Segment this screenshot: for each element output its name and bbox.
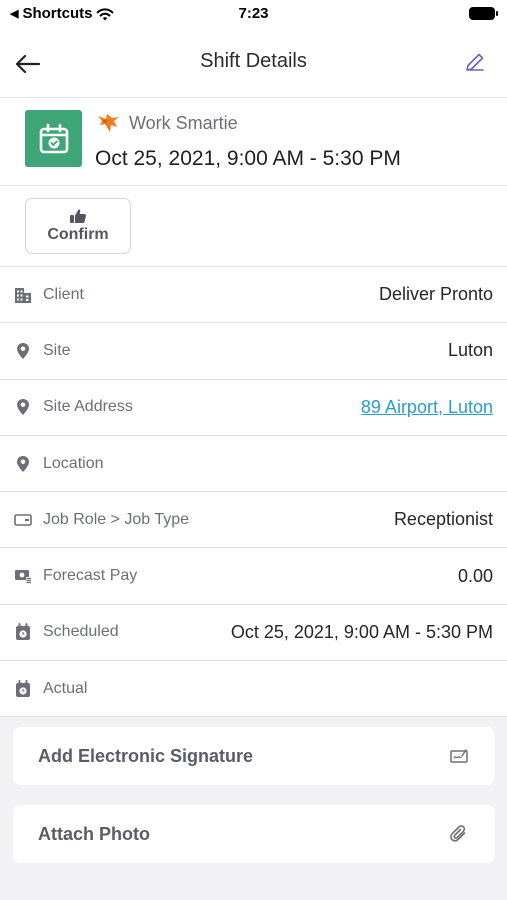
- thumbs-up-icon: [70, 209, 86, 223]
- add-signature-label: Add Electronic Signature: [38, 745, 254, 766]
- shift-details-list: Client Deliver Pronto Site Luton Site Ad…: [0, 267, 507, 718]
- shift-header: Work Smartie Oct 25, 2021, 9:00 AM - 5:3…: [0, 98, 507, 186]
- signature-icon: [448, 745, 470, 767]
- attach-photo-button[interactable]: Attach Photo: [13, 805, 495, 863]
- pencil-icon: [466, 53, 484, 71]
- map-pin-icon: [14, 342, 32, 360]
- detail-row-location: Location: [0, 436, 507, 493]
- detail-value: Oct 25, 2021, 9:00 AM - 5:30 PM: [230, 621, 493, 642]
- battery-icon: [469, 7, 498, 20]
- detail-row-site: Site Luton: [0, 323, 507, 380]
- detail-row-actual: Actual: [0, 661, 507, 718]
- detail-value: 0.00: [457, 565, 493, 586]
- nav-bar: Shift Details: [0, 28, 507, 98]
- shift-time-range: Oct 25, 2021, 9:00 AM - 5:30 PM: [95, 147, 401, 170]
- fox-logo-icon: [98, 114, 119, 132]
- edit-button[interactable]: [463, 50, 487, 74]
- detail-row-scheduled: Scheduled Oct 25, 2021, 9:00 AM - 5:30 P…: [0, 605, 507, 662]
- detail-value: Receptionist: [393, 509, 493, 530]
- status-bar: ◀ Shortcuts 7:23: [0, 0, 507, 28]
- confirm-label: Confirm: [47, 226, 109, 243]
- badge-icon: [14, 511, 32, 529]
- calendar-clock-icon: [14, 679, 32, 698]
- detail-row-job-role: Job Role > Job Type Receptionist: [0, 492, 507, 549]
- detail-label: Job Role > Job Type: [43, 510, 190, 528]
- detail-label: Location: [43, 454, 104, 472]
- confirm-button[interactable]: Confirm: [25, 198, 131, 254]
- organization: Work Smartie: [95, 112, 238, 134]
- add-signature-button[interactable]: Add Electronic Signature: [13, 727, 495, 785]
- map-pin-icon: [14, 398, 32, 416]
- status-time: 7:23: [238, 5, 269, 22]
- site-address-link[interactable]: 89 Airport, Luton: [361, 397, 493, 418]
- detail-row-client: Client Deliver Pronto: [0, 267, 507, 324]
- calendar-clock-icon: [14, 623, 32, 641]
- detail-row-site-address: Site Address 89 Airport, Luton: [0, 380, 507, 436]
- detail-label: Scheduled: [43, 623, 119, 641]
- detail-value: Luton: [447, 340, 493, 361]
- map-pin-icon: [14, 455, 32, 473]
- confirm-section: Confirm: [0, 186, 507, 267]
- detail-value: Deliver Pronto: [378, 284, 493, 305]
- attach-photo-label: Attach Photo: [38, 823, 150, 844]
- detail-label: Site Address: [43, 398, 133, 416]
- detail-label: Forecast Pay: [43, 567, 138, 585]
- detail-row-forecast-pay: Forecast Pay 0.00: [0, 548, 507, 605]
- calendar-check-icon: [25, 110, 82, 167]
- organization-name: Work Smartie: [129, 112, 238, 133]
- paperclip-icon: [448, 823, 470, 845]
- page-title: Shift Details: [200, 50, 307, 72]
- detail-label: Site: [43, 341, 71, 359]
- detail-label: Actual: [43, 679, 88, 697]
- money-icon: [14, 567, 32, 585]
- detail-label: Client: [43, 285, 84, 303]
- building-icon: [14, 286, 32, 304]
